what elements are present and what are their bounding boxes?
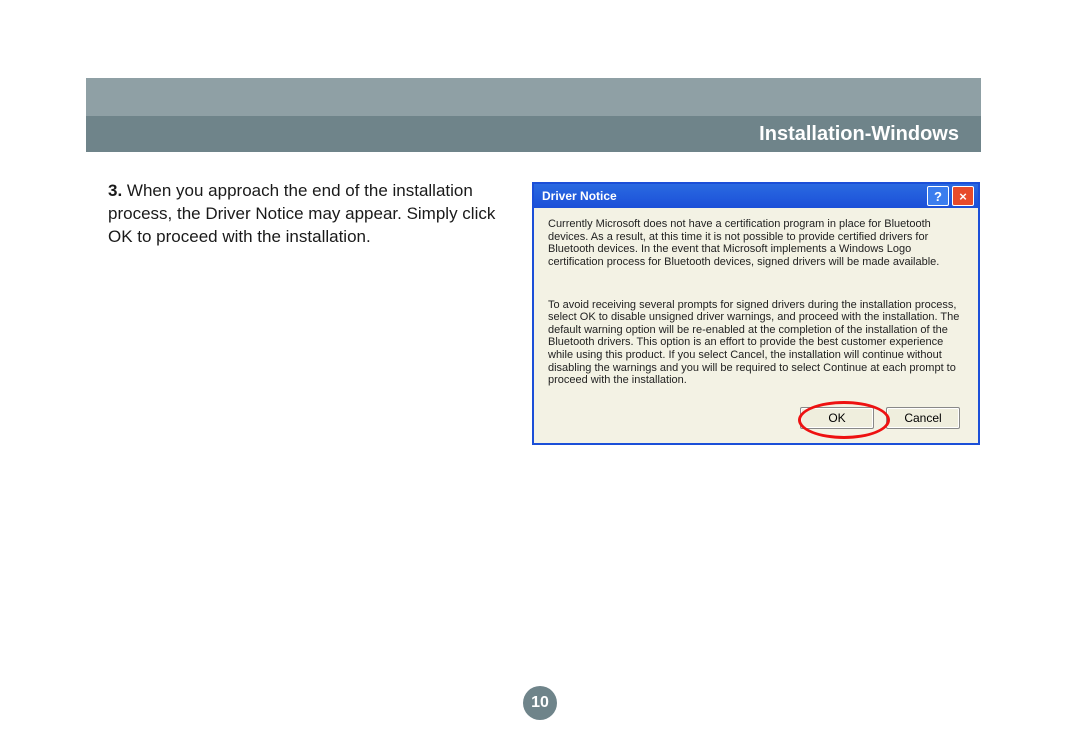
step-description: When you approach the end of the install…: [108, 181, 495, 246]
page-title: Installation-Windows: [759, 123, 959, 146]
dialog-paragraph-1: Currently Microsoft does not have a cert…: [548, 218, 964, 269]
dialog-paragraph-2: To avoid receiving several prompts for s…: [548, 299, 964, 387]
instruction-text: 3. When you approach the end of the inst…: [108, 180, 518, 249]
help-icon[interactable]: ?: [927, 186, 949, 206]
ok-button[interactable]: OK: [800, 407, 874, 429]
dialog-footer: OK Cancel: [534, 397, 978, 443]
dialog-titlebar: Driver Notice ? ×: [534, 184, 978, 208]
page-number: 10: [531, 694, 549, 712]
driver-signature-dialog: Driver Notice ? × Currently Microsoft do…: [532, 182, 980, 445]
close-icon[interactable]: ×: [952, 186, 974, 206]
dialog-title-text: Driver Notice: [542, 189, 617, 203]
header-top-band: [86, 78, 981, 116]
page-number-badge: 10: [523, 686, 557, 720]
header-title-band: Installation-Windows: [86, 116, 981, 152]
cancel-button[interactable]: Cancel: [886, 407, 960, 429]
step-number: 3.: [108, 181, 122, 200]
dialog-body: Currently Microsoft does not have a cert…: [534, 208, 978, 397]
